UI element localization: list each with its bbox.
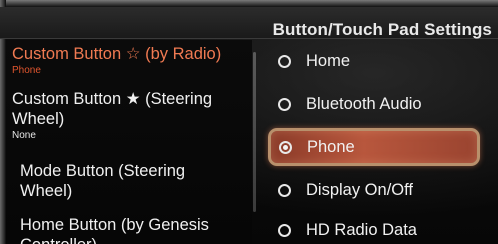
option-label: HD Radio Data (306, 220, 417, 239)
settings-item-custom-button-steering[interactable]: Custom Button ★ (Steering Wheel) None (12, 89, 212, 142)
settings-item-label-line1: Custom Button ★ (Steering (12, 90, 213, 108)
settings-item-label-line1: Home Button (by Genesis (20, 216, 209, 234)
radio-unchecked-icon (278, 183, 291, 197)
option-label: Display On/Off (306, 180, 413, 199)
option-display-on-off[interactable]: Display On/Off (270, 174, 490, 206)
infotainment-screen: Button/Touch Pad Settings Custom Button … (0, 0, 498, 244)
settings-item-label-line1: Mode Button (Steering (20, 162, 186, 180)
header-bar: Button/Touch Pad Settings (0, 7, 498, 39)
option-label: Bluetooth Audio (306, 94, 422, 113)
option-label: Home (306, 51, 351, 70)
radio-unchecked-icon (278, 54, 291, 68)
settings-item-home-button[interactable]: Home Button (by Genesis Controller) (20, 215, 209, 244)
screen-bezel-top (0, 0, 498, 7)
radio-checked-icon (279, 140, 292, 154)
settings-item-custom-button-radio[interactable]: Custom Button ☆ (by Radio) Phone (12, 44, 221, 77)
settings-item-mode-button[interactable]: Mode Button (Steering Wheel) (20, 161, 185, 201)
option-phone[interactable]: Phone (268, 128, 480, 166)
settings-list: Custom Button ☆ (by Radio) Phone Custom … (6, 40, 252, 244)
option-home[interactable]: Home (270, 45, 490, 77)
panel-divider (253, 52, 256, 212)
radio-unchecked-icon (278, 223, 291, 237)
settings-item-label-line2: Wheel) (12, 110, 65, 128)
radio-unchecked-icon (278, 97, 291, 111)
settings-item-label: Custom Button ☆ (by Radio) (12, 45, 222, 63)
option-hd-radio-data[interactable]: HD Radio Data (270, 214, 490, 244)
option-label: Phone (307, 137, 355, 156)
settings-item-label-line2: Controller) (20, 235, 209, 244)
settings-item-label-line2: Wheel) (20, 182, 73, 200)
page-title: Button/Touch Pad Settings (272, 20, 492, 39)
settings-item-value: None (12, 130, 36, 141)
option-bluetooth-audio[interactable]: Bluetooth Audio (270, 88, 490, 120)
settings-item-value: Phone (12, 65, 41, 76)
